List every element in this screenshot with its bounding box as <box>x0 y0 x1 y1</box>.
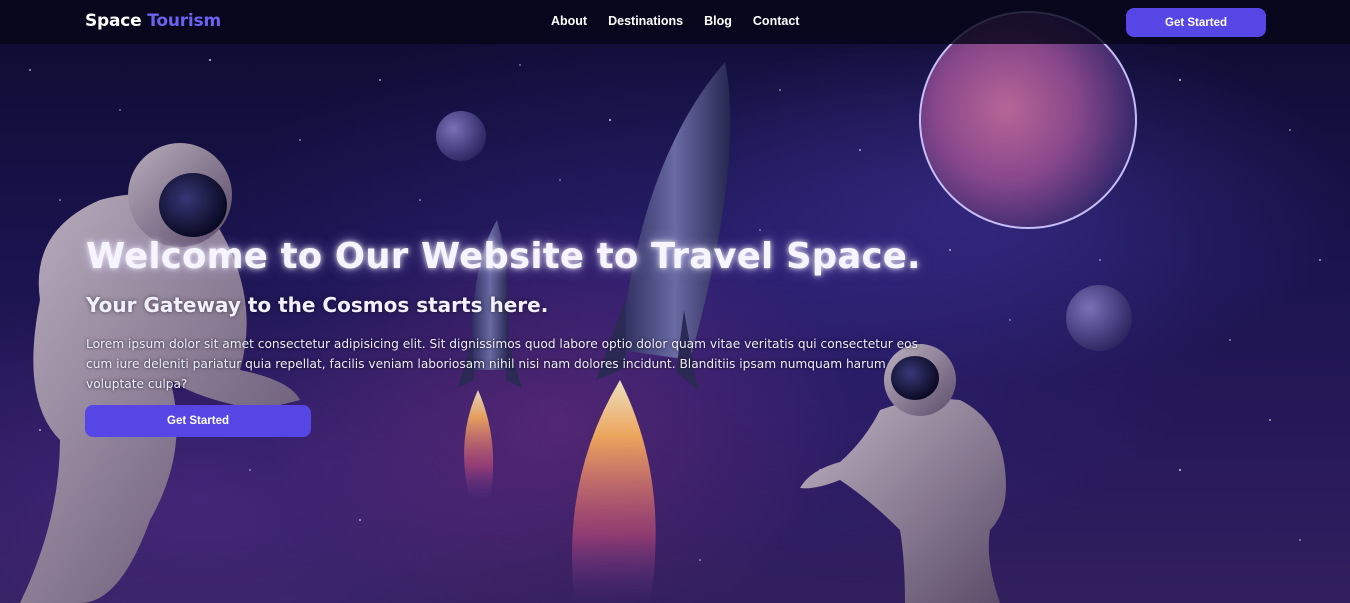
hero-title: Welcome to Our Website to Travel Space. <box>86 236 921 277</box>
nav-link-contact[interactable]: Contact <box>753 14 800 28</box>
nav-get-started-button[interactable]: Get Started <box>1126 8 1266 37</box>
hero-subtitle: Your Gateway to the Cosmos starts here. <box>86 293 549 317</box>
hero-get-started-button[interactable]: Get Started <box>85 405 311 437</box>
nav-links: About Destinations Blog Contact <box>551 14 820 28</box>
hero-description: Lorem ipsum dolor sit amet consectetur a… <box>86 337 918 391</box>
brand-name-part2: Tourism <box>147 11 221 31</box>
brand-name-part1: Space <box>85 11 142 31</box>
nav-link-blog[interactable]: Blog <box>704 14 732 28</box>
nav-link-about[interactable]: About <box>551 14 587 28</box>
top-navbar: Space Tourism About Destinations Blog Co… <box>0 0 1350 44</box>
brand-logo[interactable]: Space Tourism <box>85 11 221 31</box>
nav-link-destinations[interactable]: Destinations <box>608 14 683 28</box>
